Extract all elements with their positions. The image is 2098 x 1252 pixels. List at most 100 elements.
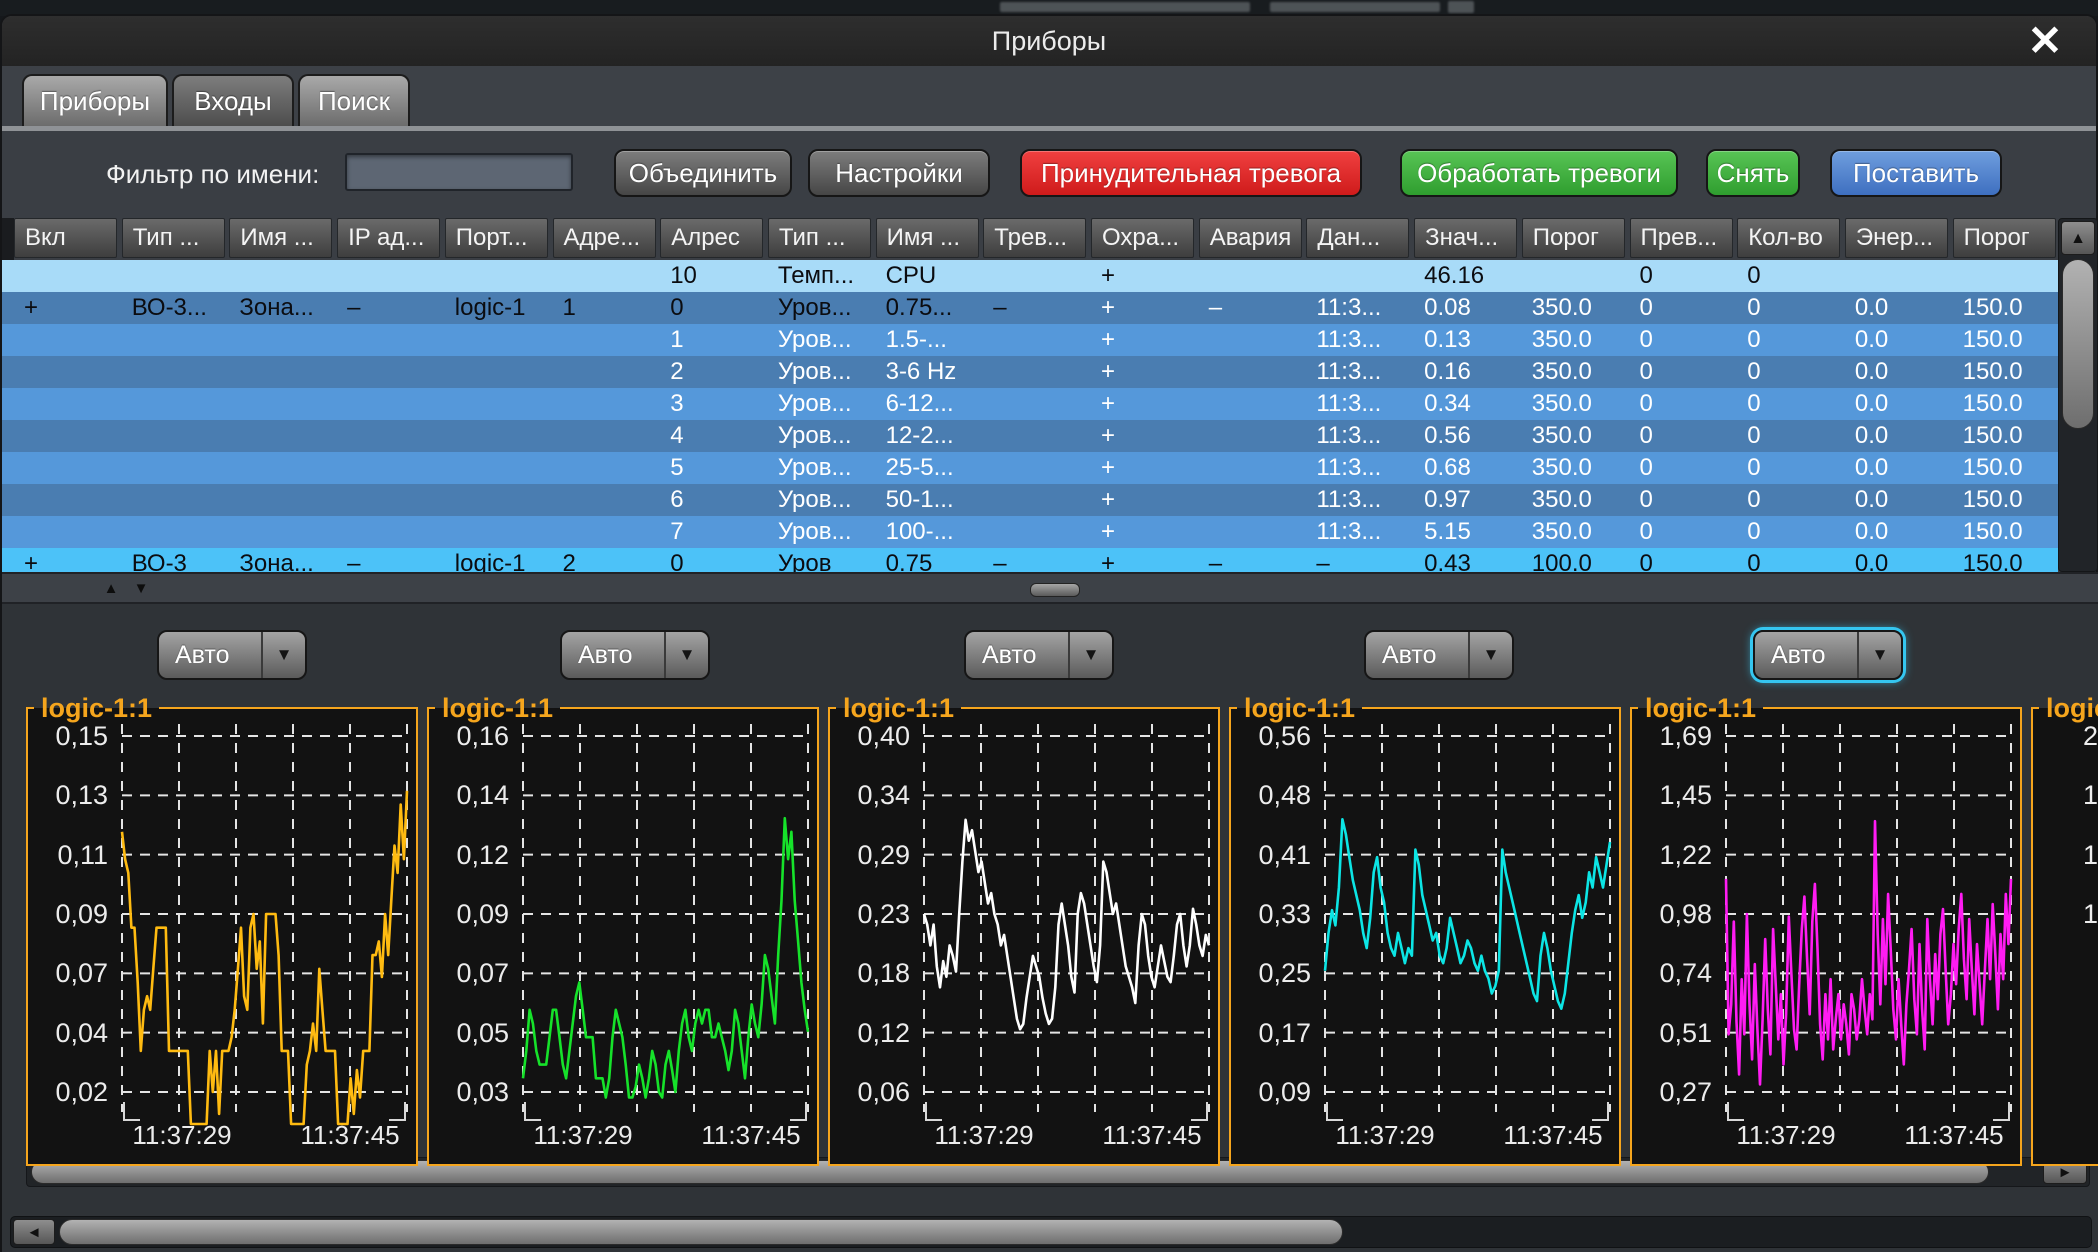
table-cell: 0.13 bbox=[1414, 324, 1517, 356]
tab-Поиск[interactable]: Поиск bbox=[298, 74, 410, 126]
table-cell bbox=[14, 324, 117, 356]
chevron-down-icon: ▼ bbox=[1857, 632, 1901, 678]
force-alarm-button[interactable]: Принудительная тревога bbox=[1020, 149, 1362, 197]
column-header[interactable]: Авария bbox=[1199, 218, 1302, 258]
chart-title: logic-1:1 bbox=[34, 694, 159, 722]
chart-plot-box: 2118151296311:37:2911:37:45 bbox=[2031, 708, 2098, 1166]
vertical-scroll-thumb[interactable] bbox=[2062, 259, 2094, 429]
devices-dialog: Приборы ✕ ПриборыВходыПоиск Фильтр по им… bbox=[0, 14, 2098, 1252]
splitter-down-icon[interactable]: ▼ bbox=[128, 580, 154, 598]
x-axis-tick-label: 11:37:29 bbox=[533, 1120, 632, 1150]
column-header[interactable]: Вкл bbox=[14, 218, 117, 258]
scale-combo[interactable]: Авто▼ bbox=[964, 630, 1114, 680]
filter-input[interactable] bbox=[345, 153, 573, 191]
column-header[interactable]: Порт... bbox=[445, 218, 548, 258]
column-header[interactable]: Тип ... bbox=[768, 218, 871, 258]
scale-combo[interactable]: Авто▼ bbox=[157, 630, 307, 680]
column-header[interactable]: Порог bbox=[1953, 218, 2056, 258]
column-header[interactable]: Адре... bbox=[553, 218, 656, 258]
splitter-up-icon[interactable]: ▲ bbox=[98, 580, 124, 598]
arm-button[interactable]: Поставить bbox=[1830, 149, 2002, 197]
chart-plot-box: 1,691,451,220,980,740,510,2711:37:2911:3… bbox=[1630, 708, 2022, 1166]
table-cell: Уров... bbox=[768, 484, 871, 516]
table-cell bbox=[1199, 516, 1302, 548]
close-icon[interactable]: ✕ bbox=[2020, 16, 2070, 66]
column-header[interactable]: Кол-во bbox=[1737, 218, 1840, 258]
table-cell: 11:3... bbox=[1306, 388, 1409, 420]
table-vertical-scrollbar[interactable]: ▲ bbox=[2058, 218, 2098, 572]
column-header[interactable]: Тип ... bbox=[122, 218, 225, 258]
table-cell: 7 bbox=[660, 516, 763, 548]
table-cell: 0 bbox=[1630, 260, 1733, 292]
table-row[interactable]: 2Уров...3-6 Hz+11:3...0.16350.0000.0150.… bbox=[2, 356, 2058, 388]
table-cell bbox=[553, 388, 656, 420]
splitter-grip[interactable] bbox=[1030, 583, 1080, 597]
column-header[interactable]: Имя ... bbox=[229, 218, 332, 258]
table-cell bbox=[229, 388, 332, 420]
table-cell: 0.34 bbox=[1414, 388, 1517, 420]
table-row[interactable]: 1Уров...1.5-...+11:3...0.13350.0000.0150… bbox=[2, 324, 2058, 356]
column-header[interactable]: Трев... bbox=[983, 218, 1086, 258]
table-row[interactable]: 4Уров...12-2...+11:3...0.56350.0000.0150… bbox=[2, 420, 2058, 452]
chart-plot-box: 0,160,140,120,090,070,050,0311:37:2911:3… bbox=[427, 708, 819, 1166]
scale-combo[interactable]: Авто▼ bbox=[1364, 630, 1514, 680]
x-axis-tick-label: 11:37:45 bbox=[701, 1120, 800, 1150]
scale-combo[interactable]: Авто▼ bbox=[560, 630, 710, 680]
table-cell bbox=[445, 388, 548, 420]
splitter-bar[interactable]: ▲ ▼ bbox=[2, 572, 2098, 604]
y-axis-tick-label: 0,06 bbox=[830, 1078, 910, 1106]
column-header[interactable]: Знач... bbox=[1414, 218, 1517, 258]
column-header[interactable]: Энер... bbox=[1845, 218, 1948, 258]
scale-combo[interactable]: Авто▼ bbox=[1753, 630, 1903, 680]
table-cell: 0.43 bbox=[1414, 548, 1517, 572]
process-alarms-button[interactable]: Обработать тревоги bbox=[1400, 149, 1678, 197]
column-header[interactable]: IP ад... bbox=[337, 218, 440, 258]
table-cell: + bbox=[1091, 452, 1194, 484]
table-row[interactable]: +ВО-3...Зона...–logic-110Уров...0.75...–… bbox=[2, 292, 2058, 324]
tab-Входы[interactable]: Входы bbox=[172, 74, 294, 126]
y-axis-tick-label: 0,74 bbox=[1632, 959, 1712, 987]
table-cell: 11:3... bbox=[1306, 452, 1409, 484]
tab-bar: ПриборыВходыПоиск bbox=[2, 66, 2096, 126]
column-header[interactable]: Дан... bbox=[1306, 218, 1409, 258]
table-cell: + bbox=[14, 548, 117, 572]
column-header[interactable]: Порог bbox=[1522, 218, 1625, 258]
table-cell: 0.0 bbox=[1845, 356, 1948, 388]
column-header[interactable]: Прев... bbox=[1630, 218, 1733, 258]
table-row[interactable]: 10Темп...CPU+46.1600 bbox=[2, 260, 2058, 292]
background-icon bbox=[1448, 1, 1474, 13]
scroll-up-button[interactable]: ▲ bbox=[2061, 221, 2095, 255]
window-horizontal-scrollbar[interactable]: ◄ bbox=[10, 1216, 2092, 1248]
table-cell: 6 bbox=[660, 484, 763, 516]
scroll-left-button[interactable]: ◄ bbox=[13, 1219, 55, 1245]
column-header[interactable]: Имя ... bbox=[876, 218, 979, 258]
settings-button[interactable]: Настройки bbox=[808, 149, 990, 197]
chart-plot: 11:37:2911:37:45 bbox=[1319, 720, 1615, 1150]
table-cell bbox=[229, 484, 332, 516]
disarm-button[interactable]: Снять bbox=[1706, 149, 1800, 197]
table-row[interactable]: 7Уров...100-...+11:3...5.15350.0000.0150… bbox=[2, 516, 2058, 548]
chart-series-line bbox=[122, 791, 407, 1124]
table-cell: 0.75... bbox=[876, 292, 979, 324]
window-scroll-thumb[interactable] bbox=[59, 1219, 1343, 1245]
merge-button[interactable]: Объединить bbox=[614, 149, 792, 197]
y-axis-tick-label: 1,69 bbox=[1632, 722, 1712, 750]
table-cell: 5.15 bbox=[1414, 516, 1517, 548]
column-header[interactable]: Охра... bbox=[1091, 218, 1194, 258]
y-axis-tick-label: 0,40 bbox=[830, 722, 910, 750]
table-row[interactable]: 5Уров...25-5...+11:3...0.68350.0000.0150… bbox=[2, 452, 2058, 484]
chart-title-row: logic-1:1 bbox=[2031, 694, 2098, 722]
x-axis-tick-label: 11:37:45 bbox=[1102, 1120, 1201, 1150]
table-cell bbox=[983, 356, 1086, 388]
table-cell bbox=[14, 452, 117, 484]
table-cell: 2 bbox=[660, 356, 763, 388]
y-axis-tick-label: 15 bbox=[2033, 841, 2098, 869]
y-axis-tick-label: 0,03 bbox=[429, 1078, 509, 1106]
table-row[interactable]: 6Уров...50-1...+11:3...0.97350.0000.0150… bbox=[2, 484, 2058, 516]
column-header[interactable]: Алрес bbox=[660, 218, 763, 258]
table-row[interactable]: +ВО-3Зона...–logic-120Уров0.75–+––0.4310… bbox=[2, 548, 2058, 572]
tab-Приборы[interactable]: Приборы bbox=[22, 74, 168, 126]
table-cell: 0.0 bbox=[1845, 452, 1948, 484]
table-row[interactable]: 3Уров...6-12...+11:3...0.34350.0000.0150… bbox=[2, 388, 2058, 420]
table-cell bbox=[337, 388, 440, 420]
